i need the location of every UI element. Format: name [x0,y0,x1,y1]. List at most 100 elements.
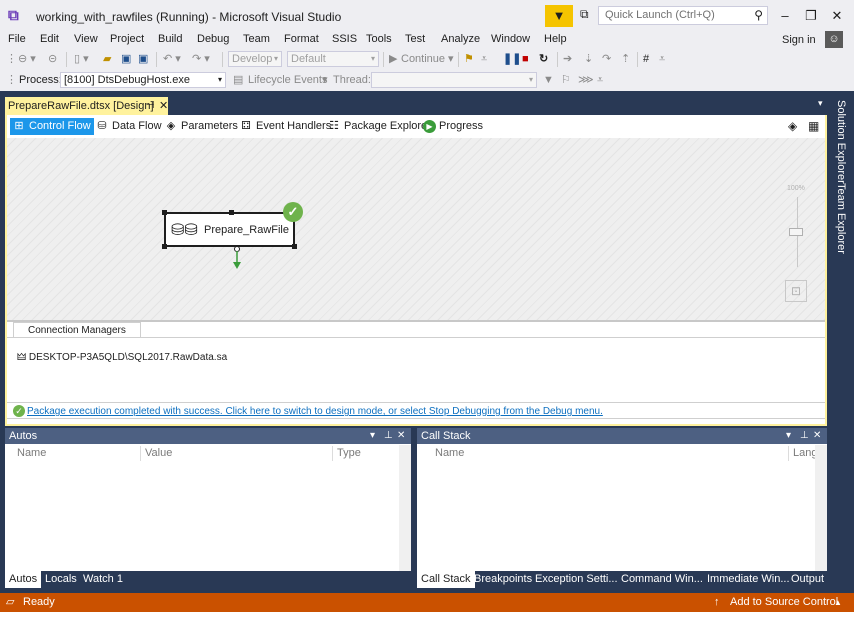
continue-button[interactable]: Continue [401,51,445,67]
pin-icon[interactable]: ⊥ [384,428,393,444]
save-icon[interactable]: ▣ [121,51,131,67]
restore-button[interactable]: ❐ [800,7,822,25]
sign-in-link[interactable]: Sign in [782,34,816,46]
pin-icon[interactable]: ⊥ [800,428,809,444]
tab-locals[interactable]: Locals [41,571,81,588]
team-explorer-tab[interactable]: Team Explorer [832,183,847,254]
break-all-icon[interactable]: ❚❚ [503,51,521,67]
toolbar-overflow-icon[interactable]: ⩡ [481,51,487,67]
thread-combo[interactable]: ▾ [371,72,537,88]
tab-control-flow[interactable]: ⊞ Control Flow [10,118,94,135]
solution-platform-combo[interactable]: Default ▾ [287,51,379,67]
vertical-scrollbar[interactable] [815,445,827,571]
continue-play-icon[interactable]: ▶ [389,51,397,67]
tab-immediate-window[interactable]: Immediate Win... [703,571,794,588]
tab-data-flow[interactable]: ⛁ Data Flow [93,118,165,135]
control-flow-canvas[interactable]: ⛁⛁ Prepare_RawFile ✓ 100% ⊡ [7,138,825,322]
tab-call-stack[interactable]: Call Stack [417,571,475,588]
toolbar-overflow-icon[interactable]: ⩡ [597,72,603,88]
show-threads-icon[interactable]: ⋙ [578,72,594,88]
switch-to-design-mode-link[interactable]: Package execution completed with success… [27,406,603,417]
stop-debugging-icon[interactable]: ■ [522,51,529,67]
solution-explorer-tab[interactable]: Solution Explorer [832,100,847,184]
menu-analyze[interactable]: Analyze [441,33,480,45]
notification-filter-icon[interactable]: ▼ [545,5,573,27]
quick-launch-input[interactable]: Quick Launch (Ctrl+Q) ⚲ [598,6,768,25]
lifecycle-dropdown-icon[interactable]: ▾ [322,72,328,88]
step-out-icon[interactable]: ⇡ [621,51,630,67]
resize-handle[interactable] [162,244,167,249]
vertical-scrollbar[interactable] [399,445,411,571]
toolbox-icon[interactable]: ▦ [808,119,819,133]
variables-icon[interactable]: ◈ [788,119,797,133]
menu-tools[interactable]: Tools [366,33,392,45]
tab-output[interactable]: Output [787,571,828,588]
menu-format[interactable]: Format [284,33,319,45]
tab-package-explorer[interactable]: ☷ Package Explorer [325,118,434,135]
lifecycle-events-button[interactable]: Lifecycle Events [248,72,327,88]
column-type[interactable]: Type [333,446,399,461]
step-into-icon[interactable]: ⇣ [584,51,593,67]
tab-parameters[interactable]: ◈ Parameters [162,118,241,135]
menu-build[interactable]: Build [158,33,182,45]
resize-handle[interactable] [162,210,167,215]
menu-test[interactable]: Test [405,33,425,45]
menu-view[interactable]: View [74,33,98,45]
minimize-button[interactable]: – [774,7,796,25]
document-list-dropdown-icon[interactable]: ▾ [818,98,823,109]
menu-team[interactable]: Team [243,33,270,45]
menu-help[interactable]: Help [544,33,567,45]
account-avatar-icon[interactable]: ☺ [825,31,843,48]
connection-manager-item[interactable]: 🜲 DESKTOP-P3A5QLD\SQL2017.RawData.sa [17,345,227,366]
find-icon[interactable]: ⚑ [464,51,474,67]
process-combo[interactable]: [8100] DtsDebugHost.exe ▾ [60,72,226,88]
window-position-dropdown-icon[interactable]: ▾ [786,428,791,444]
chevron-up-icon[interactable]: ▲ [834,593,842,612]
zoom-slider-thumb[interactable] [789,228,803,236]
navigate-back-icon[interactable]: ⊖ ▾ [18,51,36,67]
pin-icon[interactable]: ⊣ [146,97,155,115]
tab-progress[interactable]: ▶ Progress [421,118,486,135]
tab-exception-settings[interactable]: Exception Setti... [531,571,622,588]
menu-file[interactable]: File [8,33,26,45]
zoom-to-fit-icon[interactable]: ⊡ [785,280,807,302]
precedence-constraint-arrow[interactable] [232,246,242,270]
column-name[interactable]: Name [431,446,789,461]
new-project-icon[interactable]: ▯ ▾ [74,51,89,67]
toggle-flag-icon[interactable]: ▼ [543,72,554,88]
tab-breakpoints[interactable]: Breakpoints [470,571,536,588]
feedback-icon[interactable]: ⧉ [580,7,596,23]
redo-icon[interactable]: ↷ ▾ [192,51,210,67]
close-icon[interactable]: ✕ [397,428,405,444]
flag-threads-icon[interactable]: ⚐ [561,72,571,88]
close-button[interactable]: ✕ [826,7,848,25]
hex-display-icon[interactable]: # [643,51,649,67]
tab-watch-1[interactable]: Watch 1 [79,571,127,588]
undo-icon[interactable]: ↶ ▾ [163,51,181,67]
open-file-icon[interactable]: ▰ [103,51,111,67]
close-icon[interactable]: ✕ [813,428,821,444]
toolbar-overflow-icon[interactable]: ⩡ [659,51,665,67]
column-value[interactable]: Value [141,446,333,461]
menu-project[interactable]: Project [110,33,144,45]
column-name[interactable]: Name [13,446,141,461]
save-all-icon[interactable]: ▣ [138,51,148,67]
resize-handle[interactable] [229,210,234,215]
solution-configuration-combo[interactable]: Develop ▾ [228,51,282,67]
add-to-source-control-button[interactable]: Add to Source Control [730,593,838,612]
resize-handle[interactable] [292,244,297,249]
navigate-forward-icon[interactable]: ⊝ [48,51,57,67]
tab-event-handlers[interactable]: ⚃ Event Handlers [237,118,334,135]
step-over-icon[interactable]: ↷ [602,51,611,67]
window-position-dropdown-icon[interactable]: ▾ [370,428,375,444]
tab-autos[interactable]: Autos [5,571,42,588]
document-tab[interactable]: PrepareRawFile.dtsx [Design] ⊣ ✕ [5,97,168,115]
close-icon[interactable]: ✕ [159,97,168,115]
column-language[interactable]: Lang [789,446,815,461]
execute-sql-task[interactable]: ⛁⛁ Prepare_RawFile [162,210,297,249]
zoom-control[interactable]: 100% ⊡ [785,183,811,313]
restart-icon[interactable]: ↻ [539,51,548,67]
show-next-statement-icon[interactable]: ➔ [563,51,572,67]
menu-debug[interactable]: Debug [197,33,229,45]
menu-window[interactable]: Window [491,33,530,45]
